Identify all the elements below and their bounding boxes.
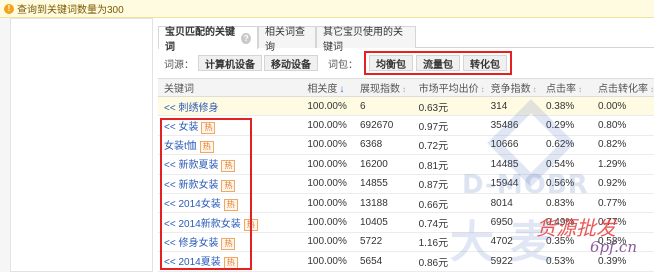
hot-badge: 热 bbox=[223, 257, 238, 270]
relevance-cell: 100.00% bbox=[301, 251, 354, 272]
sort-icon[interactable]: ↕ bbox=[402, 85, 406, 94]
tab-related-query[interactable]: 相关词查询 bbox=[258, 26, 316, 53]
table-row[interactable]: << 女装热 100.00% 692670 0.97元 35486 0.29% 0.80% bbox=[158, 115, 654, 136]
tab-label: 其它宝贝使用的关键词 bbox=[323, 26, 403, 53]
relevance-cell: 100.00% bbox=[301, 154, 354, 175]
keyword-link[interactable]: << 刺绣修身 bbox=[164, 103, 218, 114]
cvr-cell: 0.82% bbox=[591, 135, 654, 156]
relevance-cell: 100.00% bbox=[301, 232, 354, 253]
keyword-cell: 女装t恤热 bbox=[158, 135, 302, 156]
keyword-cell: << 2014女装热 bbox=[158, 193, 302, 214]
sidebar-panel bbox=[10, 18, 153, 272]
keyword-cell: << 2014新款女装热 bbox=[158, 212, 302, 233]
keyword-link[interactable]: << 修身女装 bbox=[164, 238, 218, 249]
keyword-link[interactable]: << 2014夏装 bbox=[164, 257, 221, 268]
sort-desc-icon[interactable]: ↓ bbox=[339, 84, 344, 95]
package-balanced-button[interactable]: 均衡包 bbox=[369, 55, 413, 71]
keyword-cell: << 修身女装热 bbox=[158, 232, 302, 253]
keyword-cell: << 新款夏装热 bbox=[158, 154, 302, 175]
impressions-cell: 5654 bbox=[353, 251, 413, 272]
keyword-link[interactable]: 女装t恤 bbox=[164, 141, 197, 152]
impressions-cell: 692670 bbox=[353, 115, 413, 136]
cvr-cell: 1.29% bbox=[591, 154, 654, 175]
source-label: 词源： bbox=[164, 59, 194, 71]
keyword-link[interactable]: << 2014新款女装 bbox=[164, 219, 241, 230]
source-mobile-button[interactable]: 移动设备 bbox=[264, 55, 318, 71]
notice-bar: ! 查询到关键词数量为300 bbox=[0, 0, 654, 18]
impressions-cell: 14855 bbox=[353, 174, 413, 194]
hot-badge: 热 bbox=[243, 218, 258, 231]
watermark-latin: D-MOBR bbox=[462, 170, 589, 200]
impressions-cell: 10405 bbox=[353, 212, 413, 233]
tab-label: 宝贝匹配的关键词 bbox=[165, 27, 235, 53]
impressions-cell: 6368 bbox=[353, 135, 413, 156]
sort-icon[interactable]: ↕ bbox=[578, 85, 582, 94]
impressions-cell: 6 bbox=[353, 96, 413, 117]
package-label: 词包： bbox=[328, 59, 358, 71]
keyword-cell: << 新款女装热 bbox=[158, 174, 302, 194]
filter-bar: 词源： 计算机设备 移动设备 词包： 均衡包 流量包 转化包 bbox=[158, 50, 654, 76]
avg-bid-cell: 0.97元 bbox=[412, 115, 485, 136]
cvr-cell: 0.00% bbox=[591, 96, 654, 117]
hot-badge: 热 bbox=[201, 121, 216, 134]
sort-icon[interactable]: ↕ bbox=[481, 85, 485, 94]
ctr-cell: 0.38% bbox=[539, 96, 592, 117]
header-avg-bid[interactable]: 市场平均出价 ↕ bbox=[412, 78, 485, 97]
avg-bid-cell: 0.72元 bbox=[412, 135, 485, 156]
hot-badge: 热 bbox=[221, 160, 236, 173]
keyword-link[interactable]: << 女装 bbox=[164, 122, 198, 133]
cvr-cell: 0.80% bbox=[591, 115, 654, 136]
left-gutter bbox=[0, 18, 10, 272]
header-ctr[interactable]: 点击率 ↕ bbox=[539, 78, 592, 97]
notice-text: 查询到关键词数量为300 bbox=[17, 5, 124, 16]
watermark-brand-url: 6pf.cn bbox=[590, 238, 637, 256]
package-button-group: 均衡包 流量包 转化包 bbox=[364, 51, 512, 75]
table-row[interactable]: 女装t恤热 100.00% 6368 0.72元 10666 0.62% 0.82% bbox=[158, 135, 654, 156]
keyword-cell: << 刺绣修身 bbox=[158, 96, 302, 117]
warning-icon: ! bbox=[4, 3, 14, 14]
help-icon[interactable]: ? bbox=[241, 32, 251, 44]
hot-badge: 热 bbox=[199, 140, 214, 153]
source-pc-button[interactable]: 计算机设备 bbox=[198, 55, 262, 71]
watermark-brand-cn: 货源批发 bbox=[536, 216, 616, 240]
sort-icon[interactable]: ↕ bbox=[650, 85, 654, 94]
hot-badge: 热 bbox=[223, 199, 238, 212]
keyword-cell: << 2014夏装热 bbox=[158, 251, 302, 272]
impressions-cell: 16200 bbox=[353, 154, 413, 175]
cvr-cell: 0.92% bbox=[591, 174, 654, 194]
relevance-cell: 100.00% bbox=[301, 96, 354, 117]
header-keyword[interactable]: 关键词 bbox=[158, 78, 302, 97]
package-conversion-button[interactable]: 转化包 bbox=[463, 55, 507, 71]
header-impressions[interactable]: 展现指数 ↕ bbox=[353, 78, 413, 97]
keyword-link[interactable]: << 新款夏装 bbox=[164, 160, 218, 171]
tab-matched-keywords[interactable]: 宝贝匹配的关键词 ? bbox=[158, 26, 258, 53]
tab-bar: 宝贝匹配的关键词 ? 相关词查询 其它宝贝使用的关键词 bbox=[158, 22, 654, 53]
sort-icon[interactable]: ↕ bbox=[533, 85, 537, 94]
keyword-cell: << 女装热 bbox=[158, 115, 302, 136]
tab-other-items-keywords[interactable]: 其它宝贝使用的关键词 bbox=[316, 26, 416, 53]
impressions-cell: 13188 bbox=[353, 193, 413, 214]
table-header-row: 关键词 相关度 ↓ 展现指数 ↕ 市场平均出价 ↕ 竞争指数 ↕ 点击率 ↕ 点击转化率 ↕ bbox=[158, 78, 654, 97]
hot-badge: 热 bbox=[221, 179, 236, 192]
keyword-link[interactable]: << 新款女装 bbox=[164, 180, 218, 191]
header-cvr[interactable]: 点击转化率 ↕ bbox=[591, 78, 654, 97]
avg-bid-cell: 0.63元 bbox=[412, 96, 485, 117]
table-row[interactable]: << 刺绣修身 100.00% 6 0.63元 314 0.38% 0.00% bbox=[158, 96, 654, 117]
relevance-cell: 100.00% bbox=[301, 174, 354, 194]
relevance-cell: 100.00% bbox=[301, 212, 354, 233]
hot-badge: 热 bbox=[221, 237, 236, 250]
relevance-cell: 100.00% bbox=[301, 193, 354, 214]
header-competition[interactable]: 竞争指数 ↕ bbox=[484, 78, 540, 97]
relevance-cell: 100.00% bbox=[301, 115, 354, 136]
header-relevance[interactable]: 相关度 ↓ bbox=[301, 78, 354, 97]
tab-label: 相关词查询 bbox=[265, 26, 305, 53]
cvr-cell: 0.77% bbox=[591, 193, 654, 214]
keyword-link[interactable]: << 2014女装 bbox=[164, 199, 221, 210]
impressions-cell: 5722 bbox=[353, 232, 413, 253]
package-traffic-button[interactable]: 流量包 bbox=[416, 55, 460, 71]
relevance-cell: 100.00% bbox=[301, 135, 354, 156]
table-row[interactable]: << 2014夏装热 100.00% 5654 0.86元 5922 0.53% 0.39% bbox=[158, 251, 654, 272]
